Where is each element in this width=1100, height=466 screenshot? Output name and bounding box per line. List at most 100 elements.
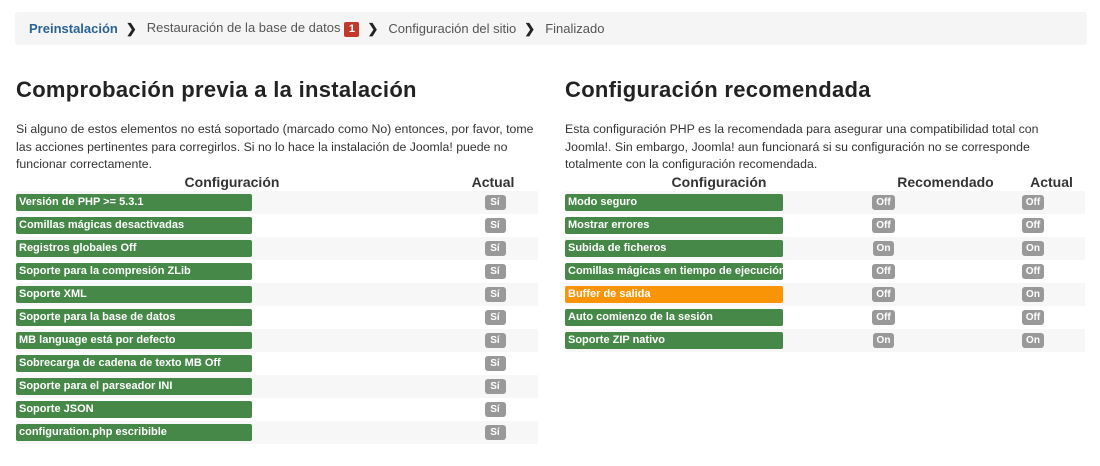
config-label: Soporte para la compresión ZLib (16, 263, 252, 280)
config-cell: Soporte JSON (16, 401, 252, 418)
actual-value-badge: Sí (484, 425, 506, 440)
recommended-cell: On (783, 333, 984, 348)
step-finished[interactable]: Finalizado (545, 21, 604, 36)
column-header-recommended: Recomendado (897, 174, 994, 190)
recommended-cell: Off (783, 310, 984, 325)
table-row: Soporte para la base de datos Sí (16, 306, 538, 329)
config-label: configuration.php escribible (16, 424, 252, 441)
actual-value-badge: Off (1021, 195, 1045, 210)
actual-cell: Sí (452, 195, 538, 210)
table-row: Subida de ficheros On On (565, 237, 1085, 260)
config-cell: Buffer de salida (565, 286, 783, 303)
step-site-setup[interactable]: Configuración del sitio (388, 21, 516, 36)
recommended-value-badge: Off (872, 287, 895, 302)
section-title: Comprobación previa a la instalación (16, 77, 417, 102)
config-cell: Comillas mágicas en tiempo de ejecución (565, 263, 783, 280)
table-row: Auto comienzo de la sesión Off Off (565, 306, 1085, 329)
recommended-value-badge: Off (872, 218, 895, 233)
actual-value-badge: Off (1021, 264, 1045, 279)
actual-cell: Sí (452, 241, 538, 256)
table-row: Mostrar errores Off Off (565, 214, 1085, 237)
recommended-cell: Off (783, 264, 984, 279)
config-cell: Registros globales Off (16, 240, 252, 257)
config-label: Soporte JSON (16, 401, 252, 418)
config-label: Modo seguro (565, 194, 783, 211)
actual-value-badge: Off (1021, 218, 1045, 233)
table-row: MB language está por defecto Sí (16, 329, 538, 352)
recommended-cell: Off (783, 195, 984, 210)
actual-value-badge: Sí (484, 333, 506, 348)
config-label: Auto comienzo de la sesión (565, 309, 783, 326)
config-label: Soporte para el parseador INI (16, 378, 252, 395)
config-label: Subida de ficheros (565, 240, 783, 257)
recommended-settings-section: Configuración recomendada Esta configura… (565, 76, 1085, 352)
config-label: Registros globales Off (16, 240, 252, 257)
config-cell: Soporte para la base de datos (16, 309, 252, 326)
table-row: Versión de PHP >= 5.3.1 Sí (16, 191, 538, 214)
actual-value-badge: Sí (484, 310, 506, 325)
section-description: Si alguno de estos elementos no está sop… (16, 122, 534, 171)
table-row: Soporte para la compresión ZLib Sí (16, 260, 538, 283)
recommended-value-badge: Off (872, 195, 895, 210)
config-cell: Mostrar errores (565, 217, 783, 234)
actual-value-badge: Sí (484, 402, 506, 417)
column-header-config: Configuración (671, 174, 767, 190)
config-label: Buffer de salida (565, 286, 783, 303)
recommended-cell: Off (783, 218, 984, 233)
config-cell: Subida de ficheros (565, 240, 783, 257)
actual-value-badge: Sí (484, 218, 506, 233)
table-header: Configuración Recomendado Actual (565, 174, 1085, 191)
table-header: Configuración Actual (16, 174, 538, 191)
table-row: Comillas mágicas en tiempo de ejecución O… (565, 260, 1085, 283)
table-row: Buffer de salida Off On (565, 283, 1085, 306)
table-row: Modo seguro Off Off (565, 191, 1085, 214)
preinstall-check-section: Comprobación previa a la instalación Si … (16, 76, 538, 444)
chevron-right-icon: ❯ (125, 20, 137, 36)
actual-cell: Off (984, 310, 1082, 325)
table-row: Soporte JSON Sí (16, 398, 538, 421)
section-description: Esta configuración PHP es la recomendada… (565, 122, 1039, 171)
config-cell: MB language está por defecto (16, 332, 252, 349)
actual-cell: On (984, 333, 1082, 348)
table-row: Soporte XML Sí (16, 283, 538, 306)
table-row: Comillas mágicas desactivadas Sí (16, 214, 538, 237)
step-preinstallation[interactable]: Preinstalación (29, 21, 118, 36)
config-label: Versión de PHP >= 5.3.1 (16, 194, 252, 211)
recommended-value-badge: Off (872, 310, 895, 325)
config-label: Comillas mágicas en tiempo de ejecución (565, 263, 783, 280)
config-label: Comillas mágicas desactivadas (16, 217, 252, 234)
config-cell: Auto comienzo de la sesión (565, 309, 783, 326)
step-database-restore-label: Restauración de la base de datos (146, 20, 341, 35)
recommended-value-badge: On (872, 241, 895, 256)
actual-cell: On (984, 287, 1082, 302)
table-row: Registros globales Off Sí (16, 237, 538, 260)
actual-cell: Sí (452, 264, 538, 279)
actual-value-badge: Sí (484, 379, 506, 394)
actual-cell: Sí (452, 402, 538, 417)
config-label: MB language está por defecto (16, 332, 252, 349)
recommended-cell: On (783, 241, 984, 256)
actual-cell: On (984, 241, 1082, 256)
actual-value-badge: Sí (484, 241, 506, 256)
config-label: Mostrar errores (565, 217, 783, 234)
section-title: Configuración recomendada (565, 77, 871, 102)
installation-steps-breadcrumb: Preinstalación ❯ Restauración de la base… (15, 12, 1087, 45)
table-row: Soporte para el parseador INI Sí (16, 375, 538, 398)
step-badge: 1 (344, 22, 360, 37)
config-label: Soporte para la base de datos (16, 309, 252, 326)
actual-cell: Sí (452, 356, 538, 371)
step-database-restore[interactable]: Restauración de la base de datos 1 (147, 20, 360, 37)
config-cell: Sobrecarga de cadena de texto MB Off (16, 355, 252, 372)
config-label: Soporte XML (16, 286, 252, 303)
actual-cell: Off (984, 195, 1082, 210)
config-label: Sobrecarga de cadena de texto MB Off (16, 355, 252, 372)
recommended-cell: Off (783, 287, 984, 302)
preinstall-check-table: Versión de PHP >= 5.3.1 Sí Comillas mágica… (16, 191, 538, 444)
actual-value-badge: Off (1021, 310, 1045, 325)
actual-value-badge: Sí (484, 264, 506, 279)
column-header-config: Configuración (184, 174, 280, 190)
config-cell: configuration.php escribible (16, 424, 252, 441)
actual-cell: Off (984, 264, 1082, 279)
table-row: Sobrecarga de cadena de texto MB Off Sí (16, 352, 538, 375)
actual-value-badge: On (1022, 287, 1044, 302)
